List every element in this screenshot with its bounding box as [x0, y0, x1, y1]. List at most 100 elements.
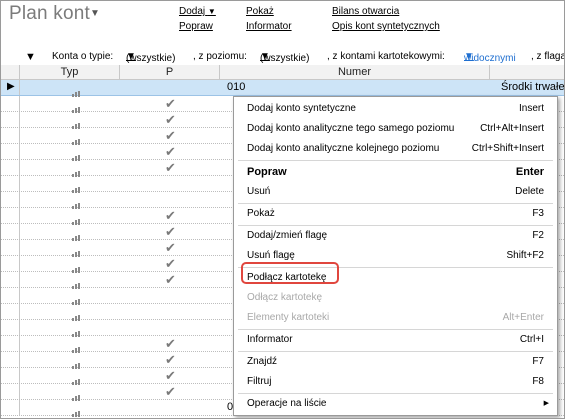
checkmark-icon: ✔: [165, 368, 176, 383]
account-type-icon: [72, 357, 82, 369]
column-header-p[interactable]: P: [120, 65, 220, 80]
account-number: 010: [227, 81, 246, 93]
column-header-numer[interactable]: Numer: [220, 65, 490, 80]
account-type-icon: [72, 117, 82, 129]
row-gutter[interactable]: [1, 272, 20, 287]
row-gutter[interactable]: ▶: [1, 80, 20, 95]
row-gutter[interactable]: [1, 320, 20, 335]
account-type-icon: [72, 309, 82, 321]
row-gutter[interactable]: [1, 144, 20, 159]
account-type-icon: [72, 245, 82, 257]
account-type-icon: [72, 197, 82, 209]
menu-item-card-elements: Elementy kartoteki Alt+Enter: [247, 312, 544, 323]
checkmark-icon: ✔: [165, 144, 176, 159]
row-header-corner: [1, 65, 20, 80]
synthetic-accounts-desc-link[interactable]: Opis kont syntetycznych: [332, 21, 440, 32]
show-link[interactable]: Pokaż: [246, 6, 274, 17]
collapse-filter-icon[interactable]: ▼: [25, 51, 36, 63]
filter-bar: ▼ Konta o typie: (wszystkie) ▼ , z pozio…: [1, 49, 565, 65]
account-type-icon: [72, 405, 82, 417]
row-gutter[interactable]: [1, 96, 20, 111]
window: Plan kont▼ Dodaj ▼ Popraw Pokaż Informat…: [0, 0, 565, 419]
row-gutter[interactable]: [1, 256, 20, 271]
row-gutter[interactable]: [1, 208, 20, 223]
menu-separator: [238, 160, 553, 161]
account-type-icon: [72, 389, 82, 401]
menu-item-filter[interactable]: Filtruj F8: [234, 372, 557, 392]
flag-label: , z flagą: [531, 51, 565, 62]
row-gutter[interactable]: [1, 160, 20, 175]
row-gutter[interactable]: [1, 288, 20, 303]
column-header-name[interactable]: [490, 65, 564, 80]
menu-item-add-synthetic[interactable]: Dodaj konto syntetyczne Insert: [234, 99, 557, 119]
table-row[interactable]: ▶ 010 Środki trwałe: [1, 80, 565, 97]
account-name: Środki trwałe: [501, 81, 565, 93]
checkmark-icon: ✔: [165, 336, 176, 351]
checkmark-icon: ✔: [165, 240, 176, 255]
level-label: , z poziomu:: [193, 51, 247, 62]
checkmark-icon: ✔: [165, 96, 176, 111]
menu-item-list-operations[interactable]: Operacje na liście ▶: [234, 394, 557, 414]
add-menu-link[interactable]: Dodaj ▼: [179, 6, 216, 17]
row-gutter[interactable]: [1, 112, 20, 127]
current-row-arrow-icon: ▶: [7, 81, 15, 92]
account-type-icon: [72, 229, 82, 241]
row-gutter[interactable]: [1, 304, 20, 319]
account-type-icon: [72, 373, 82, 385]
account-type-icon: [72, 101, 82, 113]
row-gutter[interactable]: [1, 368, 20, 383]
page-title-text: Plan kont: [9, 3, 91, 24]
row-gutter[interactable]: [1, 176, 20, 191]
chevron-down-icon: ▼: [90, 8, 101, 19]
row-gutter[interactable]: [1, 384, 20, 399]
informator-link[interactable]: Informator: [246, 21, 292, 32]
account-type-icon: [72, 85, 82, 97]
menu-item-find[interactable]: Znajdź F7: [234, 352, 557, 372]
account-type-icon: [72, 341, 82, 353]
row-gutter[interactable]: [1, 240, 20, 255]
account-type-icon: [72, 293, 82, 305]
checkmark-icon: ✔: [165, 208, 176, 223]
menu-item-edit[interactable]: Popraw Enter: [234, 162, 557, 182]
page-title[interactable]: Plan kont▼: [9, 3, 100, 25]
menu-item-detach-card: Odłącz kartotekę: [247, 292, 323, 303]
checkmark-icon: ✔: [165, 272, 176, 287]
checkmark-icon: ✔: [165, 160, 176, 175]
level-select[interactable]: (wszystkie) ▼: [260, 51, 309, 64]
checkmark-icon: ✔: [165, 352, 176, 367]
account-type-icon: [72, 165, 82, 177]
context-menu: Dodaj konto syntetyczne Insert Dodaj kont…: [233, 96, 558, 416]
account-type-icon: [72, 213, 82, 225]
row-gutter[interactable]: [1, 336, 20, 351]
menu-item-show[interactable]: Pokaż F3: [234, 204, 557, 224]
account-type-icon: [72, 325, 82, 337]
account-type-icon: [72, 181, 82, 193]
menu-item-add-analytic-same[interactable]: Dodaj konto analityczne tego samego pozi…: [234, 119, 557, 139]
menu-item-delete[interactable]: Usuń Delete: [234, 182, 557, 202]
menu-item-add-analytic-next[interactable]: Dodaj konto analityczne kolejnego poziom…: [234, 139, 557, 159]
account-type-icon: [72, 133, 82, 145]
checkmark-icon: ✔: [165, 112, 176, 127]
card-accounts-label: , z kontami kartotekowymi:: [327, 51, 445, 62]
row-gutter[interactable]: [1, 400, 20, 415]
account-type-icon: [72, 149, 82, 161]
checkmark-icon: ✔: [165, 128, 176, 143]
menu-item-informator[interactable]: Informator Ctrl+I: [234, 330, 557, 350]
highlight-box: [241, 262, 339, 284]
account-type-label: Konta o typie:: [52, 51, 114, 62]
submenu-arrow-icon: ▶: [543, 400, 549, 407]
checkmark-icon: ✔: [165, 256, 176, 271]
row-gutter[interactable]: [1, 224, 20, 239]
row-gutter[interactable]: [1, 128, 20, 143]
checkmark-icon: ✔: [165, 384, 176, 399]
edit-link[interactable]: Popraw: [179, 21, 213, 32]
account-type-select[interactable]: (wszystkie) ▼: [126, 51, 175, 64]
card-accounts-select[interactable]: widocznymi ▼: [464, 51, 516, 64]
opening-balance-link[interactable]: Bilans otwarcia: [332, 6, 399, 17]
menu-item-flag[interactable]: Dodaj/zmień flagę F2: [234, 226, 557, 246]
row-gutter[interactable]: [1, 352, 20, 367]
account-type-icon: [72, 277, 82, 289]
column-header-typ[interactable]: Typ: [20, 65, 120, 80]
checkmark-icon: ✔: [165, 224, 176, 239]
row-gutter[interactable]: [1, 192, 20, 207]
